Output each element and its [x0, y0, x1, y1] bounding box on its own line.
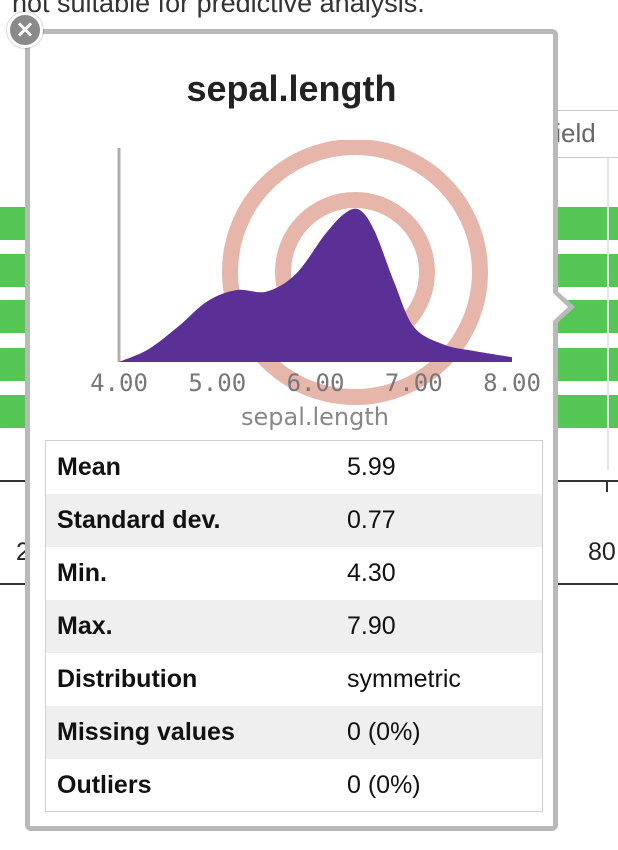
background-right-number: 80 — [588, 538, 616, 566]
stats-row: Max. 7.90 — [46, 600, 542, 653]
x-tick-label: 8.00 — [483, 369, 541, 397]
background-gridline — [607, 150, 609, 470]
stat-value: 0 (0%) — [347, 771, 421, 799]
stat-value: 5.99 — [347, 453, 396, 481]
stats-row: Standard dev. 0.77 — [46, 494, 542, 547]
stat-label: Missing values — [57, 718, 235, 746]
stats-row: Outliers 0 (0%) — [46, 759, 542, 812]
stats-row: Min. 4.30 — [46, 547, 542, 600]
stat-value: 0 (0%) — [347, 718, 421, 746]
close-icon[interactable]: × — [7, 12, 43, 48]
stats-table: Mean 5.99 Standard dev. 0.77 Min. 4.30 Max. 7.9… — [45, 440, 543, 812]
stat-label: Min. — [57, 559, 107, 587]
stat-label: Max. — [57, 612, 113, 640]
stat-value: 7.90 — [347, 612, 396, 640]
stats-row: Distribution symmetric — [46, 653, 542, 706]
x-tick-label: 7.00 — [385, 369, 443, 397]
popup-pointer-inner — [553, 293, 568, 321]
stat-label: Distribution — [57, 665, 198, 693]
background-axis-tick — [606, 480, 608, 492]
x-tick-label: 4.00 — [90, 369, 148, 397]
x-tick-label: 6.00 — [287, 369, 345, 397]
stat-label: Mean — [57, 453, 121, 481]
x-tick-label: 5.00 — [188, 369, 246, 397]
distribution-chart: 4.00 5.00 6.00 7.00 8.00 sepal.length — [90, 140, 541, 431]
stats-row: Missing values 0 (0%) — [46, 706, 542, 759]
popup-title: sepal.length — [186, 68, 397, 109]
stat-value: 4.30 — [347, 559, 396, 587]
stat-value: 0.77 — [347, 506, 396, 534]
stat-label: Standard dev. — [57, 506, 221, 534]
stat-value: symmetric — [347, 665, 461, 693]
stat-label: Outliers — [57, 771, 152, 799]
background-header-text: not suitable for predictive analysis. — [12, 0, 425, 18]
x-axis-label: sepal.length — [241, 403, 389, 431]
stats-row: Mean 5.99 — [46, 441, 542, 494]
